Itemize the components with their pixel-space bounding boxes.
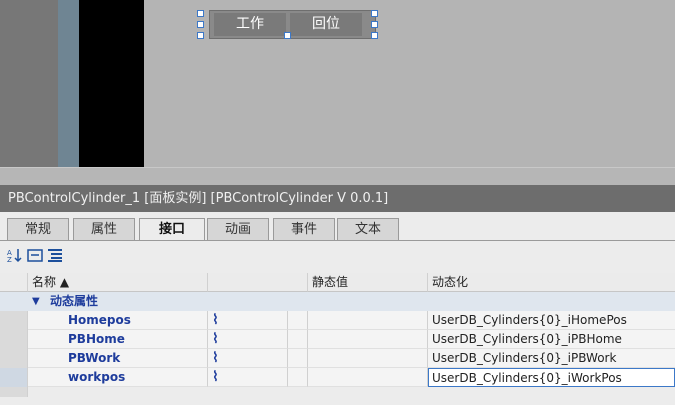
row-name: Homepos bbox=[28, 311, 208, 330]
header-name[interactable]: 名称 ▲ bbox=[28, 273, 208, 292]
row-gutter bbox=[0, 330, 28, 349]
row-name: workpos bbox=[28, 368, 208, 387]
group-gutter bbox=[0, 292, 28, 311]
row-name: PBWork bbox=[28, 349, 208, 368]
row-static-value[interactable] bbox=[308, 368, 428, 387]
row-gutter bbox=[0, 311, 28, 330]
resize-handle[interactable] bbox=[371, 21, 378, 28]
properties-panel: PBControlCylinder_1 [面板实例] [PBControlCyl… bbox=[0, 185, 675, 405]
resize-handle[interactable] bbox=[197, 32, 204, 39]
canvas-gray-panel bbox=[0, 0, 58, 167]
group-label: 动态属性 bbox=[50, 292, 350, 311]
row-spacer bbox=[288, 349, 308, 368]
group-row[interactable]: ▼ 动态属性 bbox=[0, 292, 675, 311]
header-dynamization[interactable]: 动态化 bbox=[428, 273, 675, 292]
row-dynamization[interactable]: UserDB_Cylinders{0}_iPBWork bbox=[428, 349, 675, 368]
row-static-value[interactable] bbox=[308, 349, 428, 368]
expand-icon[interactable] bbox=[47, 247, 63, 263]
dynamic-link-icon[interactable]: ⌇ bbox=[208, 330, 288, 349]
row-name-text: PBHome bbox=[68, 332, 125, 346]
canvas-black-panel bbox=[79, 0, 144, 167]
row-name: PBHome bbox=[28, 330, 208, 349]
row-static-value[interactable] bbox=[308, 330, 428, 349]
dynamic-link-icon[interactable]: ⌇ bbox=[208, 349, 288, 368]
work-button[interactable]: 工作 bbox=[214, 13, 286, 36]
hmi-canvas[interactable]: 工作 回位 bbox=[0, 0, 675, 186]
table-empty-row bbox=[0, 387, 675, 397]
tab-text[interactable]: 文本 bbox=[337, 218, 399, 240]
sort-icon[interactable]: AZ bbox=[7, 247, 23, 264]
row-name-text: workpos bbox=[68, 370, 126, 384]
tab-animation[interactable]: 动画 bbox=[207, 218, 269, 240]
dynamic-link-icon[interactable]: ⌇ bbox=[208, 311, 288, 330]
row-gutter bbox=[0, 387, 28, 397]
row-dynamization-text: UserDB_Cylinders{0}_iHomePos bbox=[432, 313, 627, 327]
expand-toggle-icon[interactable]: ▼ bbox=[32, 292, 52, 311]
canvas-bottom-area bbox=[0, 167, 675, 186]
resize-handle[interactable] bbox=[197, 10, 204, 17]
tab-interface[interactable]: 接口 bbox=[139, 218, 205, 241]
dynamic-link-icon[interactable]: ⌇ bbox=[208, 368, 288, 387]
row-gutter bbox=[0, 349, 28, 368]
home-button[interactable]: 回位 bbox=[290, 13, 362, 36]
table-row[interactable]: PBWork ⌇ UserDB_Cylinders{0}_iPBWork bbox=[0, 349, 675, 369]
tab-events[interactable]: 事件 bbox=[273, 218, 335, 240]
resize-handle[interactable] bbox=[371, 32, 378, 39]
row-dynamization[interactable]: UserDB_Cylinders{0}_iHomePos bbox=[428, 311, 675, 330]
row-name-text: PBWork bbox=[68, 351, 121, 365]
row-gutter bbox=[0, 368, 28, 387]
panel-instance-selection[interactable]: 工作 回位 bbox=[209, 10, 376, 39]
row-spacer bbox=[288, 368, 308, 387]
header-blank bbox=[208, 273, 308, 292]
row-dynamization-text: UserDB_Cylinders{0}_iPBWork bbox=[432, 351, 617, 365]
table-row[interactable]: workpos ⌇ UserDB_Cylinders{0}_iWorkPos bbox=[0, 368, 675, 388]
canvas-blue-strip bbox=[58, 0, 79, 167]
resize-handle[interactable] bbox=[371, 10, 378, 17]
tab-divider bbox=[0, 240, 675, 241]
resize-handle[interactable] bbox=[197, 21, 204, 28]
row-dynamization-text: UserDB_Cylinders{0}_iPBHome bbox=[432, 332, 622, 346]
row-spacer bbox=[288, 311, 308, 330]
table-row[interactable]: Homepos ⌇ UserDB_Cylinders{0}_iHomePos bbox=[0, 311, 675, 331]
resize-handle[interactable] bbox=[284, 32, 291, 39]
row-dynamization[interactable]: UserDB_Cylinders{0}_iPBHome bbox=[428, 330, 675, 349]
panel-title: PBControlCylinder_1 [面板实例] [PBControlCyl… bbox=[0, 185, 675, 212]
header-gutter bbox=[0, 273, 28, 292]
row-spacer bbox=[288, 330, 308, 349]
collapse-icon[interactable] bbox=[27, 247, 43, 263]
tab-properties[interactable]: 属性 bbox=[73, 218, 135, 240]
table-header: 名称 ▲ 静态值 动态化 bbox=[0, 273, 675, 293]
row-dynamization-text: UserDB_Cylinders{0}_iWorkPos bbox=[432, 371, 622, 385]
row-static-value[interactable] bbox=[308, 311, 428, 330]
row-name-text: Homepos bbox=[68, 313, 131, 327]
svg-text:Z: Z bbox=[7, 256, 12, 263]
tab-general[interactable]: 常规 bbox=[7, 218, 69, 240]
header-static-value[interactable]: 静态值 bbox=[308, 273, 428, 292]
row-dynamization-selected[interactable]: UserDB_Cylinders{0}_iWorkPos bbox=[428, 368, 675, 387]
table-row[interactable]: PBHome ⌇ UserDB_Cylinders{0}_iPBHome bbox=[0, 330, 675, 350]
